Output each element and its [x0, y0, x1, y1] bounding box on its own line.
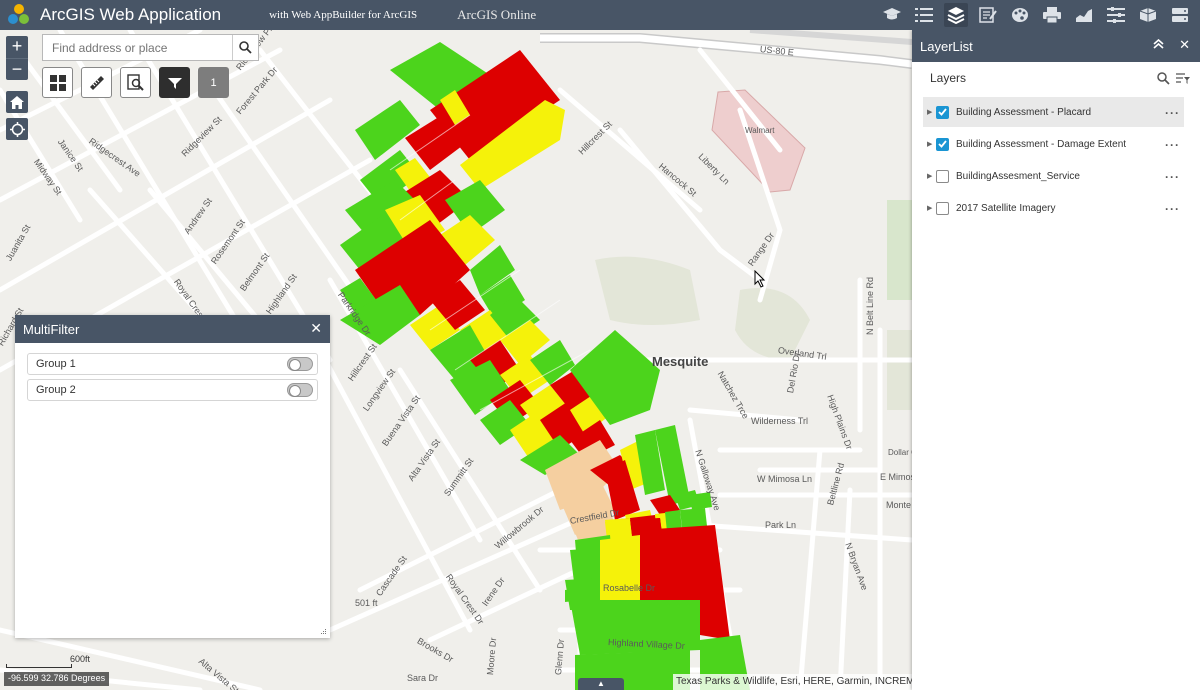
layer-checkbox[interactable]: [936, 169, 949, 183]
locate-icon: [9, 121, 25, 137]
resize-handle-icon[interactable]: [320, 628, 327, 635]
attribution: Texas Parks & Wildlife, Esri, HERE, Garm…: [673, 674, 912, 690]
multifilter-title: MultiFilter: [23, 321, 80, 337]
store-label: Walmart: [745, 126, 775, 135]
basemap-icon[interactable]: [1136, 3, 1160, 27]
search-button[interactable]: [232, 35, 258, 60]
zoom-out-button[interactable]: −: [6, 58, 28, 80]
edit-form-icon[interactable]: [976, 3, 1000, 27]
ruler-icon: [89, 75, 104, 90]
layerlist-header: LayerList ✕: [912, 30, 1200, 62]
home-button[interactable]: [6, 91, 28, 113]
server-icon[interactable]: [1168, 3, 1192, 27]
layers-icon[interactable]: [944, 3, 968, 27]
filter-group-label: Group 1: [36, 358, 76, 370]
street-label: Sara Dr: [407, 673, 439, 683]
layer-checkbox[interactable]: [936, 137, 949, 151]
search-icon[interactable]: [1157, 72, 1170, 85]
group-2-toggle[interactable]: [287, 383, 313, 397]
more-options-icon[interactable]: ···: [1165, 170, 1180, 184]
expand-caret-icon[interactable]: ▶: [927, 140, 934, 148]
mouse-cursor-icon: [754, 270, 766, 288]
measure-tool-button[interactable]: [81, 67, 112, 98]
place-label: Mesquite: [652, 354, 709, 369]
filter-list-icon[interactable]: [1104, 3, 1128, 27]
layerlist-title: LayerList: [920, 38, 973, 54]
filter-tool-button[interactable]: [159, 67, 190, 98]
header-widget-bar: [880, 0, 1192, 30]
scale-bar-line: [6, 664, 72, 668]
more-options-icon[interactable]: ···: [1165, 138, 1180, 152]
street-label: Monte: [886, 500, 912, 510]
zoom-in-button[interactable]: +: [6, 36, 28, 58]
list-icon[interactable]: [912, 3, 936, 27]
home-icon: [10, 95, 24, 109]
layer-label: BuildingAssesment_Service: [956, 170, 1080, 182]
filter-group-label: Group 2: [36, 384, 76, 396]
street-label: Park Ln: [765, 520, 797, 530]
coordinate-readout: -96.599 32.786 Degrees: [4, 672, 110, 686]
page-badge-button[interactable]: 1: [198, 67, 229, 98]
layers-subheader: Layers: [912, 62, 1200, 94]
scale-label: 600ft: [70, 654, 91, 664]
layer-checkbox[interactable]: [936, 201, 949, 215]
app-title: ArcGIS Web Application: [40, 5, 222, 24]
multifilter-header: MultiFilter ✕: [15, 315, 330, 343]
app-subtitle: with Web AppBuilder for ArcGIS: [269, 9, 418, 21]
elevation-label: 501 ft: [355, 598, 378, 608]
layer-checkbox[interactable]: [936, 105, 949, 119]
arcgis-logo-icon: [8, 4, 30, 26]
search-icon: [239, 41, 252, 54]
expand-caret-icon[interactable]: ▶: [927, 172, 934, 180]
expand-caret-icon[interactable]: ▶: [927, 108, 934, 116]
document-search-icon: [127, 74, 144, 91]
search-input[interactable]: [43, 35, 232, 60]
print-icon[interactable]: [1040, 3, 1064, 27]
arcgis-online-link[interactable]: ArcGIS Online: [457, 7, 536, 23]
map-toolbar: 1: [42, 67, 229, 98]
query-tool-button[interactable]: [120, 67, 151, 98]
more-options-icon[interactable]: ···: [1165, 202, 1180, 216]
close-icon[interactable]: ✕: [1179, 37, 1190, 53]
chart-icon[interactable]: [1072, 3, 1096, 27]
multifilter-panel: MultiFilter ✕ Group 1 Group 2: [15, 315, 330, 638]
app-header: ArcGIS Web Application with Web AppBuild…: [0, 0, 1200, 30]
search-box: [42, 34, 259, 61]
layer-label: Building Assessment - Damage Extent: [956, 138, 1127, 150]
palette-icon[interactable]: [1008, 3, 1032, 27]
filter-list-icon[interactable]: [1176, 72, 1190, 85]
layer-filter-icon: [167, 77, 182, 89]
scale-bar: 600ft: [6, 654, 90, 668]
poi-label: Dollar General: [888, 448, 912, 457]
street-label: E Mimosa: [880, 472, 912, 482]
layer-label: 2017 Satellite Imagery: [956, 202, 1056, 214]
grid-icon: [49, 74, 66, 91]
more-options-icon[interactable]: ···: [1165, 106, 1180, 120]
expand-caret-icon[interactable]: ▶: [927, 204, 934, 212]
bottom-panel-toggle[interactable]: ▲: [578, 678, 624, 690]
layer-row-imagery[interactable]: ▶ 2017 Satellite Imagery ···: [923, 193, 1184, 223]
layers-label: Layers: [930, 71, 967, 85]
layerlist-panel: LayerList ✕ Layers ▶ Building Assessment…: [912, 30, 1200, 690]
street-label: Wilderness Trl: [751, 416, 809, 426]
layer-label: Building Assessment - Placard: [956, 106, 1092, 118]
street-label: W Mimosa Ln: [757, 474, 813, 484]
layer-row-placard[interactable]: ▶ Building Assessment - Placard ···: [923, 97, 1184, 127]
filter-group-row[interactable]: Group 2: [27, 379, 318, 401]
locate-button[interactable]: [6, 118, 28, 140]
collapse-icon[interactable]: [1153, 37, 1164, 52]
street-label: N Belt Line Rd: [865, 276, 875, 335]
zoom-control: + −: [6, 36, 28, 80]
close-icon[interactable]: ✕: [310, 320, 322, 337]
street-label: Rosabelle Dr: [603, 583, 656, 593]
layer-row-damage-extent[interactable]: ▶ Building Assessment - Damage Extent ··…: [923, 129, 1184, 159]
graduation-cap-icon[interactable]: [880, 3, 904, 27]
filter-group-row[interactable]: Group 1: [27, 353, 318, 375]
grid-tool-button[interactable]: [42, 67, 73, 98]
group-1-toggle[interactable]: [287, 357, 313, 371]
layer-row-service[interactable]: ▶ BuildingAssesment_Service ···: [923, 161, 1184, 191]
